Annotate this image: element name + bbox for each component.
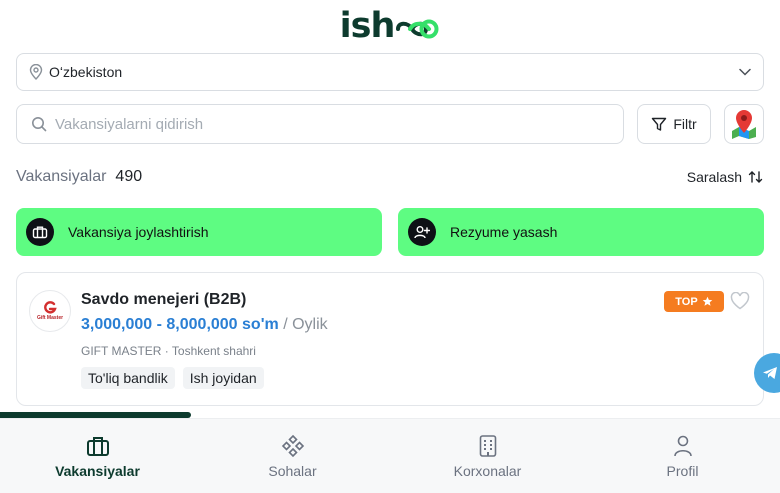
job-location: Toshkent shahri [171, 344, 256, 358]
nav-item-vacancies[interactable]: Vakansiyalar [0, 419, 195, 493]
post-vacancy-label: Vakansiya joylashtirish [68, 224, 209, 240]
nav-label: Korxonalar [453, 463, 522, 479]
top-badge-label: TOP [675, 295, 698, 308]
salary-amount: 3,000,000 - 8,000,000 so'm [81, 316, 279, 333]
star-icon [702, 296, 712, 306]
company-logo: Gift Master [29, 290, 71, 332]
categories-icon [281, 434, 304, 458]
user-add-icon [408, 218, 436, 246]
job-tags: To'liq bandlik Ish joyidan [81, 367, 264, 389]
create-resume-label: Rezyume yasash [450, 224, 558, 240]
building-icon [479, 435, 496, 457]
job-tag: Ish joyidan [182, 367, 264, 389]
bottom-nav: Vakansiyalar Sohalar Korxonalar Profil [0, 418, 780, 493]
vacancy-count-label: Vakansiyalar [16, 168, 107, 185]
nav-item-companies[interactable]: Korxonalar [390, 419, 585, 493]
job-salary: 3,000,000 - 8,000,000 so'm / Oylik [81, 316, 328, 334]
nav-label: Sohalar [268, 463, 317, 479]
search-box [16, 104, 624, 144]
filter-icon [652, 117, 667, 131]
nav-item-profile[interactable]: Profil [585, 419, 780, 493]
job-tag: To'liq bandlik [81, 367, 175, 389]
chevron-down-icon [739, 68, 751, 76]
briefcase-icon [86, 437, 109, 456]
sort-button[interactable]: Saralash [687, 169, 764, 185]
telegram-icon [763, 367, 777, 379]
location-pin-icon [29, 64, 43, 80]
search-icon [32, 117, 47, 132]
region-value: Oʻzbekiston [49, 64, 123, 80]
nav-label: Profil [666, 463, 699, 479]
sort-label: Saralash [686, 169, 742, 185]
nav-item-categories[interactable]: Sohalar [195, 419, 390, 493]
filter-button[interactable]: Filtr [637, 104, 711, 144]
job-company-line: GIFT MASTER · Toshkent shahri [81, 344, 256, 358]
map-button[interactable] [724, 104, 764, 144]
job-title[interactable]: Savdo menejeri (B2B) [81, 291, 246, 309]
salary-period: / Oylik [283, 316, 328, 333]
post-vacancy-button[interactable]: Vakansiya joylashtirish [16, 208, 382, 256]
region-select[interactable]: Oʻzbekiston [16, 53, 764, 91]
nav-label: Vakansiyalar [55, 463, 140, 479]
vacancy-count-value: 490 [115, 168, 143, 185]
user-icon [673, 435, 692, 457]
logo-wordmark: ish [339, 6, 396, 46]
top-badge: TOP [664, 291, 724, 312]
logo-loop-icon [396, 19, 439, 39]
filter-label: Filtr [673, 116, 697, 132]
favorite-button[interactable] [730, 291, 750, 315]
briefcase-icon [26, 218, 54, 246]
company-logo-text: Gift Master [36, 315, 64, 321]
map-pin-icon [732, 110, 756, 139]
job-card[interactable]: Gift Master Savdo menejeri (B2B) 3,000,0… [16, 272, 764, 406]
heart-icon [730, 291, 750, 310]
app-logo[interactable]: ish [0, 6, 780, 46]
search-input[interactable] [55, 115, 609, 133]
vacancy-count-row: Vakansiyalar 490 Saralash [16, 166, 764, 188]
company-name: GIFT MASTER [81, 344, 162, 358]
company-separator: · [164, 344, 169, 358]
create-resume-button[interactable]: Rezyume yasash [398, 208, 764, 256]
gift-logo-icon [44, 301, 57, 314]
sort-arrows-icon [748, 171, 763, 183]
